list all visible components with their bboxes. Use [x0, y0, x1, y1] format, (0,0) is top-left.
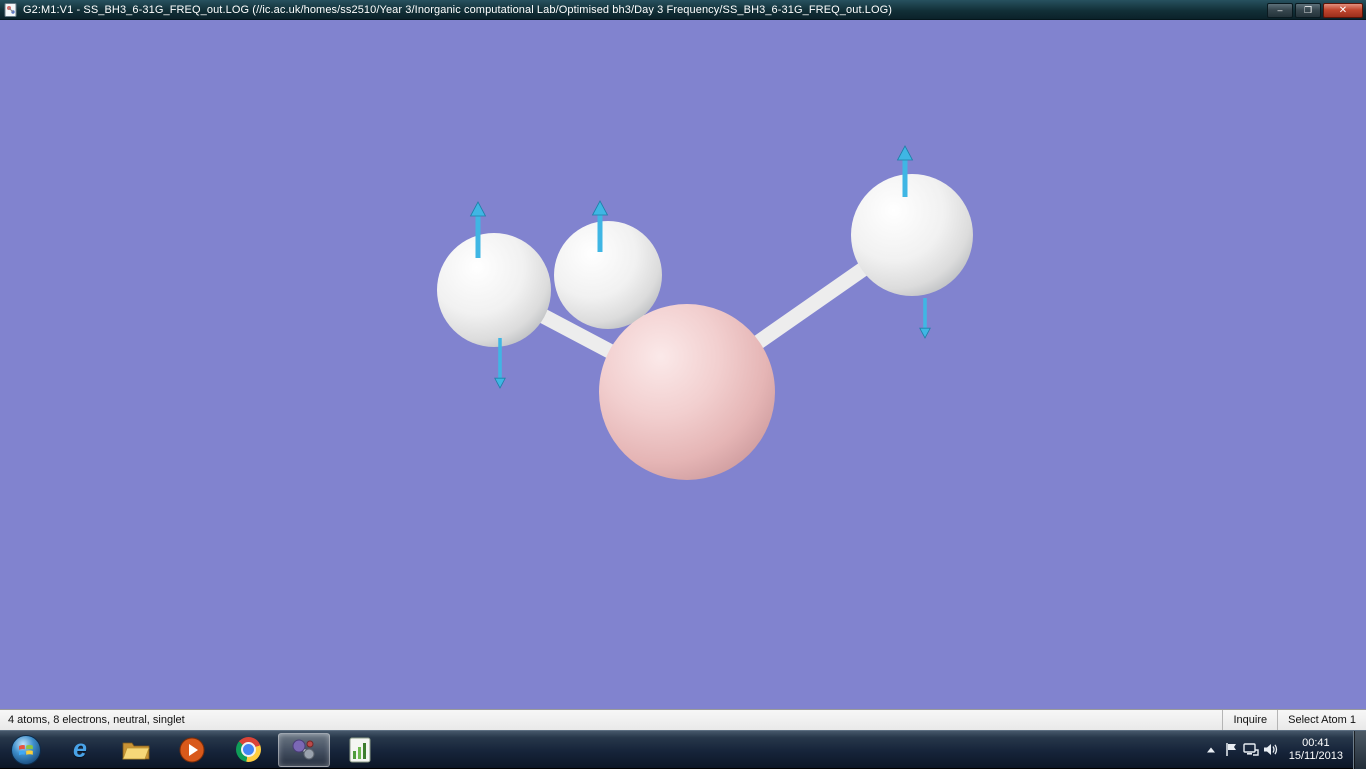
- chart-app-icon: [349, 737, 371, 762]
- internet-explorer-icon: e: [73, 735, 87, 763]
- clock-time: 00:41: [1302, 736, 1330, 749]
- taskbar-item-chart-app[interactable]: [334, 733, 386, 767]
- gaussview-icon: [292, 739, 315, 759]
- windows-logo-icon: [11, 734, 41, 765]
- window-controls: – ❐ ✕: [1267, 2, 1363, 18]
- window-title: G2:M1:V1 - SS_BH3_6-31G_FREQ_out.LOG (//…: [23, 3, 893, 16]
- molecule-canvas[interactable]: [0, 20, 1366, 709]
- network-icon: [1243, 743, 1259, 756]
- volume-icon[interactable]: [1261, 731, 1281, 768]
- taskbar-item-chrome[interactable]: [222, 733, 274, 767]
- maximize-button[interactable]: ❐: [1295, 2, 1321, 18]
- action-center-flag-icon[interactable]: [1221, 731, 1241, 768]
- clock-date: 15/11/2013: [1288, 749, 1343, 762]
- status-bar: 4 atoms, 8 electrons, neutral, singlet I…: [0, 709, 1366, 730]
- gaussview-window-icon: [4, 2, 18, 17]
- flag-icon: [1226, 743, 1236, 756]
- taskbar-item-windows-explorer[interactable]: [110, 733, 162, 767]
- molecule-summary: 4 atoms, 8 electrons, neutral, singlet: [8, 714, 185, 726]
- chevron-up-icon: [1206, 747, 1215, 752]
- system-tray: 00:41 15/11/2013: [1201, 730, 1366, 769]
- speaker-icon: [1263, 744, 1277, 755]
- molecule-viewport[interactable]: [0, 20, 1366, 709]
- minimize-button[interactable]: –: [1267, 2, 1293, 18]
- show-desktop-button[interactable]: [1353, 730, 1366, 769]
- folder-icon: [122, 742, 150, 759]
- media-player-icon: [179, 737, 205, 762]
- taskbar-item-gaussview[interactable]: [278, 732, 330, 767]
- status-select-atom: Select Atom 1: [1277, 710, 1366, 730]
- hidden-icons-button[interactable]: [1201, 731, 1221, 768]
- close-button[interactable]: ✕: [1323, 2, 1363, 18]
- title-bar: G2:M1:V1 - SS_BH3_6-31G_FREQ_out.LOG (//…: [0, 0, 1366, 20]
- network-status-icon[interactable]: [1241, 731, 1261, 768]
- chrome-icon: [235, 737, 261, 762]
- start-button[interactable]: [0, 731, 52, 769]
- taskbar-item-internet-explorer[interactable]: e: [54, 733, 106, 767]
- taskbar-item-media-player[interactable]: [166, 733, 218, 767]
- taskbar-clock[interactable]: 00:41 15/11/2013: [1281, 737, 1353, 763]
- status-mode-inquire: Inquire: [1222, 710, 1277, 730]
- taskbar: e 00:41 15/11/2013: [0, 730, 1366, 769]
